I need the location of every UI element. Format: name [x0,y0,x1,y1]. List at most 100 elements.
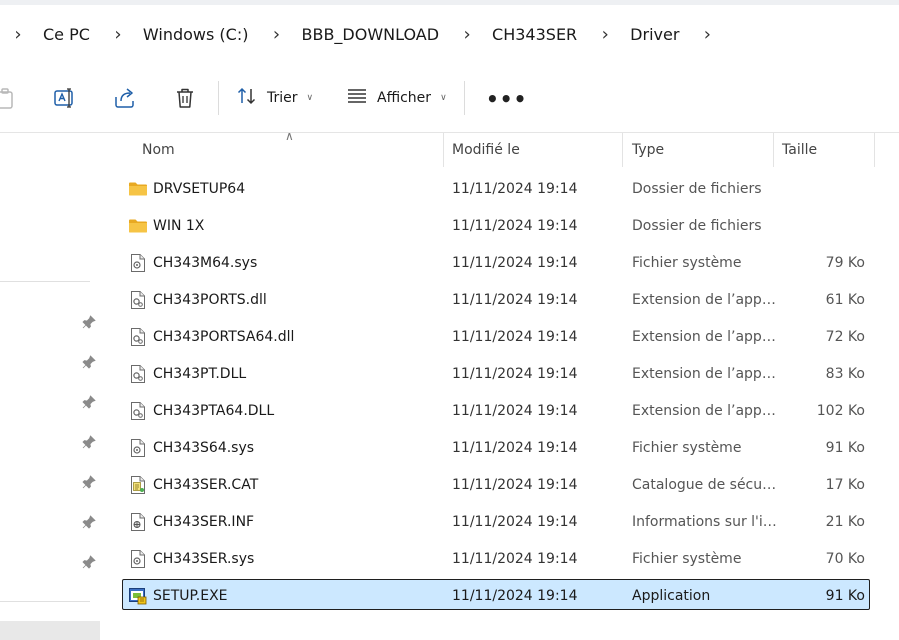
rename-icon[interactable] [52,85,78,111]
paste-icon[interactable] [0,85,18,111]
file-row[interactable]: CH343M64.sys 11/11/2024 19:14 Fichier syst… [102,245,899,282]
breadcrumb-item-ce-pc[interactable]: › Ce PC [10,5,110,63]
file-row[interactable]: DRVSETUP64 11/11/2024 19:14 Dossier de fic… [102,171,899,208]
pin-icon[interactable] [81,394,97,410]
breadcrumb-item-ch343ser[interactable]: › CH343SER [459,5,597,63]
file-name: CH343SER.CAT [153,476,259,493]
file-name: CH343PT.DLL [153,365,247,382]
breadcrumb-item-bbb-download[interactable]: › BBB_DOWNLOAD [268,5,459,63]
dll-file-icon [128,319,148,354]
breadcrumb-label[interactable]: Ce PC [43,25,90,44]
file-size: 72 Ko [825,328,865,345]
breadcrumb[interactable]: › Ce PC › Windows (C:) › BBB_DOWNLOAD › … [0,5,899,63]
file-type: Fichier système [632,439,742,456]
more-icon[interactable]: ••• [486,87,527,111]
nav-item-hover[interactable] [0,621,100,640]
nav-divider [0,281,90,282]
folder-icon [128,208,148,243]
delete-icon[interactable] [172,85,198,111]
file-row[interactable]: CH343SER.INF 11/11/2024 19:14 Informations… [102,504,899,541]
file-name: CH343S64.sys [153,439,255,456]
chevron-right-icon[interactable]: › [597,24,613,45]
sort-label[interactable]: Trier [267,90,298,106]
file-size: 102 Ko [816,402,865,419]
column-divider[interactable] [874,133,875,167]
file-row[interactable]: CH343PTA64.DLL 11/11/2024 19:14 Extension … [102,393,899,430]
nav-divider [0,601,90,602]
column-header-label[interactable]: Modifié le [452,142,520,158]
file-modified: 11/11/2024 19:14 [452,254,578,271]
view-label[interactable]: Afficher [377,90,431,106]
dll-file-icon [128,393,148,428]
breadcrumb-label[interactable]: Driver [630,25,679,44]
chevron-right-icon[interactable]: › [10,24,26,45]
file-row[interactable]: CH343PT.DLL 11/11/2024 19:14 Extension de … [102,356,899,393]
chevron-right-icon[interactable]: › [459,24,475,45]
system-file-icon [128,245,148,280]
sort-button[interactable]: Trier ∨ [236,85,313,111]
column-header-type[interactable]: Type [632,133,664,167]
file-modified: 11/11/2024 19:14 [452,476,578,493]
breadcrumb-label[interactable]: CH343SER [492,25,577,44]
breadcrumb-label[interactable]: BBB_DOWNLOAD [301,25,439,44]
file-type: Extension de l’app… [632,402,776,419]
file-name: CH343PORTS.dll [153,291,267,308]
chevron-right-icon[interactable]: › [699,24,715,45]
column-divider[interactable] [773,133,774,167]
column-header-modified[interactable]: Modifié le [452,133,520,167]
chevron-right-icon[interactable]: › [110,24,126,45]
column-header-label[interactable]: Taille [782,142,817,158]
file-type: Fichier système [632,550,742,567]
file-row[interactable]: SETUP.EXE 11/11/2024 19:14 Application 91 K… [102,578,899,615]
column-header-row: ∧ Nom Modifié le Type Taille [102,129,899,167]
pin-icon[interactable] [81,474,97,490]
command-bar: Trier ∨ Afficher ∨ ••• [0,63,899,133]
file-name: SETUP.EXE [153,587,228,604]
pin-icon[interactable] [81,514,97,530]
breadcrumb-item-more[interactable]: › [699,5,732,63]
dll-file-icon [128,282,148,317]
system-file-icon [128,430,148,465]
pin-icon[interactable] [81,554,97,570]
file-row[interactable]: CH343SER.sys 11/11/2024 19:14 Fichier syst… [102,541,899,578]
column-header-size[interactable]: Taille [782,133,817,167]
share-icon[interactable] [112,85,138,111]
breadcrumb-label[interactable]: Windows (C:) [143,25,249,44]
pin-icon[interactable] [81,354,97,370]
view-button[interactable]: Afficher ∨ [346,85,447,111]
chevron-down-icon[interactable]: ∨ [440,93,447,103]
sort-icon[interactable] [236,85,258,111]
column-divider[interactable] [443,133,444,167]
file-size: 70 Ko [825,550,865,567]
column-divider[interactable] [622,133,623,167]
file-size: 91 Ko [825,439,865,456]
file-size [782,208,865,243]
file-size: 61 Ko [825,291,865,308]
breadcrumb-item-windows-c[interactable]: › Windows (C:) [110,5,269,63]
file-size: 91 Ko [825,587,865,604]
column-header-label[interactable]: Nom [142,142,175,158]
column-header-label[interactable]: Type [632,142,664,158]
file-row[interactable]: CH343PORTSA64.dll 11/11/2024 19:14 Extensi… [102,319,899,356]
column-header-name[interactable]: Nom [142,133,175,167]
file-row[interactable]: CH343PORTS.dll 11/11/2024 19:14 Extension … [102,282,899,319]
breadcrumb-item-driver[interactable]: › Driver [597,5,699,63]
chevron-down-icon[interactable]: ∨ [307,93,314,103]
file-row[interactable]: CH343S64.sys 11/11/2024 19:14 Fichier syst… [102,430,899,467]
file-type: Dossier de fichiers [632,180,762,197]
file-modified: 11/11/2024 19:14 [452,291,578,308]
file-explorer-window: › Ce PC › Windows (C:) › BBB_DOWNLOAD › … [0,0,899,640]
view-icon[interactable] [346,85,368,111]
pin-icon[interactable] [81,434,97,450]
setup-info-file-icon [128,504,148,539]
file-row[interactable]: WIN 1X 11/11/2024 19:14 Dossier de fichier… [102,208,899,245]
file-type: Fichier système [632,254,742,271]
file-modified: 11/11/2024 19:14 [452,439,578,456]
file-size: 83 Ko [825,365,865,382]
chevron-right-icon[interactable]: › [268,24,284,45]
pin-icon[interactable] [81,314,97,330]
file-row[interactable]: CH343SER.CAT 11/11/2024 19:14 Catalogue de… [102,467,899,504]
file-name: DRVSETUP64 [153,180,246,197]
file-type: Catalogue de sécu… [632,476,777,493]
file-type: Extension de l’app… [632,328,776,345]
